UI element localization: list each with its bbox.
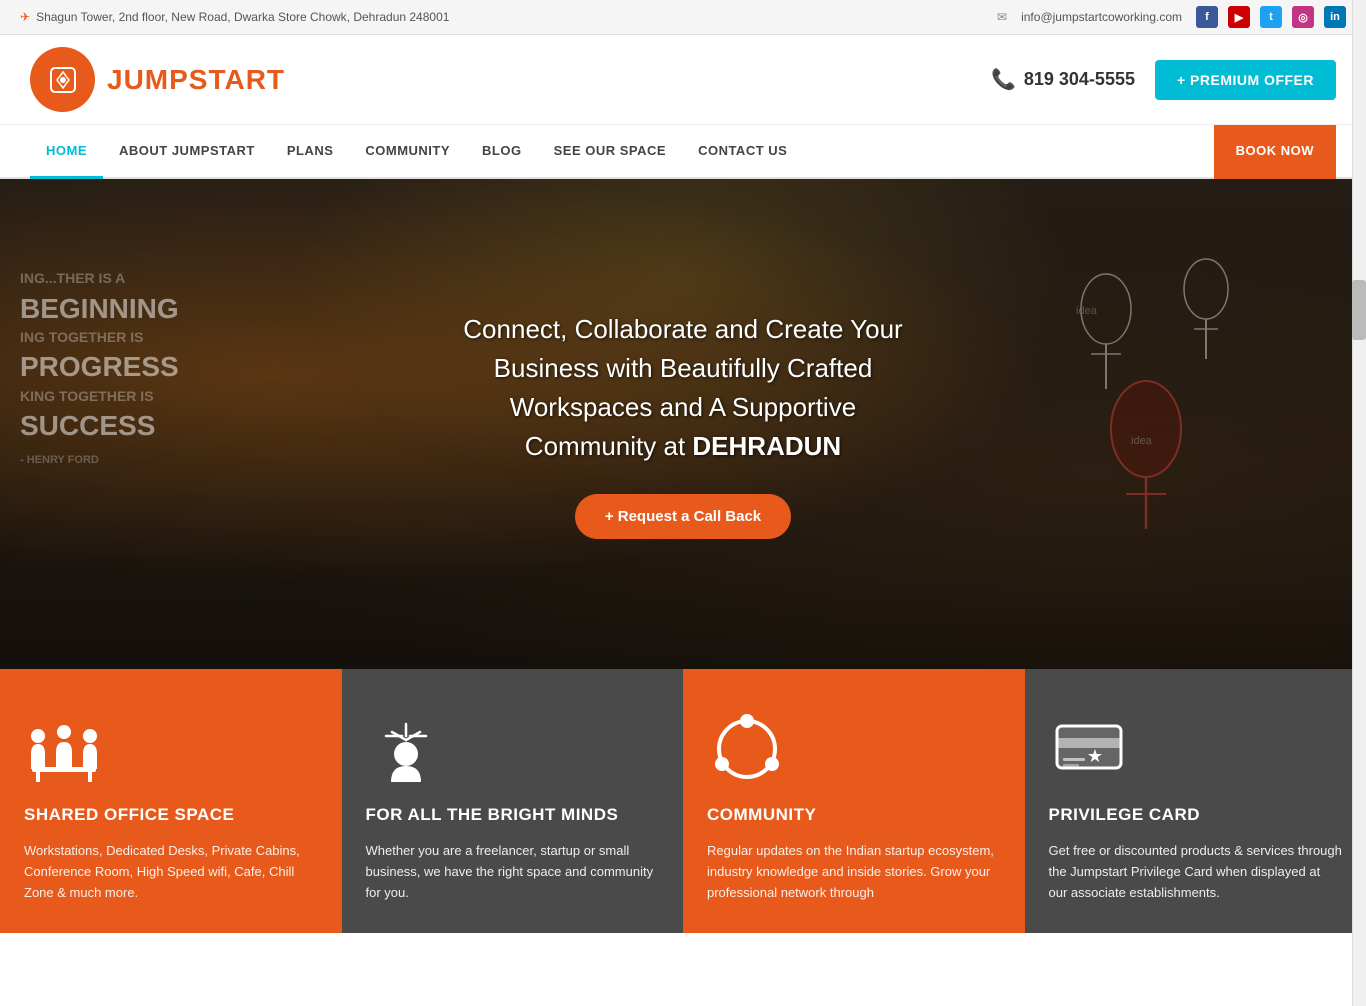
hero-cta-button[interactable]: + Request a Call Back — [575, 494, 791, 539]
youtube-icon[interactable]: ▶ — [1228, 6, 1250, 28]
wall-text: ing...ther is a BEGINNING ing together i… — [20, 269, 179, 469]
svg-text:idea: idea — [1131, 435, 1153, 447]
navbar: HOME ABOUT JUMPSTART PLANS COMMUNITY BLO… — [0, 125, 1366, 179]
nav-contact[interactable]: CONTACT US — [682, 125, 803, 179]
hero-overlay: Connect, Collaborate and Create Your Bus… — [443, 290, 922, 559]
feature-community-title: COMMUNITY — [707, 805, 816, 825]
social-icons: f ▶ t ◎ in — [1196, 6, 1346, 28]
header: JUMPSTART 📞 819 304-5555 + PREMIUM OFFER — [0, 35, 1366, 125]
feature-community: COMMUNITY Regular updates on the Indian … — [683, 669, 1025, 933]
twitter-icon[interactable]: t — [1260, 6, 1282, 28]
instagram-icon[interactable]: ◎ — [1292, 6, 1314, 28]
header-right: 📞 819 304-5555 + PREMIUM OFFER — [991, 60, 1336, 100]
email-icon: ✉ — [997, 10, 1007, 24]
nav-see-space[interactable]: SEE OUR SPACE — [538, 125, 682, 179]
logo-area: JUMPSTART — [30, 47, 285, 112]
nav-community[interactable]: COMMUNITY — [349, 125, 466, 179]
topbar: ✈ Shagun Tower, 2nd floor, New Road, Dwa… — [0, 0, 1366, 35]
premium-offer-button[interactable]: + PREMIUM OFFER — [1155, 60, 1336, 100]
scrollbar-thumb[interactable] — [1352, 280, 1366, 340]
topbar-right: ✉ info@jumpstartcoworking.com f ▶ t ◎ in — [997, 6, 1346, 28]
email-text: info@jumpstartcoworking.com — [1021, 10, 1182, 24]
phone-area: 📞 819 304-5555 — [991, 67, 1135, 92]
svg-text:★: ★ — [1086, 746, 1102, 766]
feature-shared-desc: Workstations, Dedicated Desks, Private C… — [24, 841, 318, 903]
feature-bright-minds: FOR ALL THE BRIGHT MINDS Whether you are… — [342, 669, 684, 933]
feature-shared-office: SHARED OFFICE SPACE Workstations, Dedica… — [0, 669, 342, 933]
nav-home[interactable]: HOME — [30, 125, 103, 179]
feature-bright-title: FOR ALL THE BRIGHT MINDS — [366, 805, 619, 825]
hero-section: ing...ther is a BEGINNING ing together i… — [0, 179, 1366, 669]
community-ring-icon — [707, 709, 787, 789]
privilege-card-icon: ★ — [1049, 709, 1129, 789]
feature-community-desc: Regular updates on the Indian startup ec… — [707, 841, 1001, 903]
feature-privilege-title: PRIVILEGE CARD — [1049, 805, 1201, 825]
linkedin-icon[interactable]: in — [1324, 6, 1346, 28]
svg-text:idea: idea — [1076, 305, 1098, 317]
nav-book-button[interactable]: BOOK NOW — [1214, 125, 1336, 179]
phone-number: 819 304-5555 — [1024, 69, 1135, 90]
hero-title: Connect, Collaborate and Create Your Bus… — [463, 310, 902, 466]
facebook-icon[interactable]: f — [1196, 6, 1218, 28]
address-text: Shagun Tower, 2nd floor, New Road, Dwark… — [36, 10, 449, 24]
feature-bright-desc: Whether you are a freelancer, startup or… — [366, 841, 660, 903]
feature-privilege: ★ PRIVILEGE CARD Get free or discounted … — [1025, 669, 1366, 933]
phone-icon: 📞 — [991, 67, 1016, 92]
logo-text[interactable]: JUMPSTART — [107, 64, 285, 96]
scrollbar[interactable] — [1352, 0, 1366, 1006]
logo-icon[interactable] — [30, 47, 95, 112]
features-section: SHARED OFFICE SPACE Workstations, Dedica… — [0, 669, 1366, 933]
decor-bulbs: idea idea — [1046, 229, 1326, 629]
feature-shared-title: SHARED OFFICE SPACE — [24, 805, 234, 825]
topbar-address-area: ✈ Shagun Tower, 2nd floor, New Road, Dwa… — [20, 10, 449, 24]
people-desk-icon — [24, 709, 104, 789]
feature-privilege-desc: Get free or discounted products & servic… — [1049, 841, 1343, 903]
nav-plans[interactable]: PLANS — [271, 125, 350, 179]
location-icon: ✈ — [20, 10, 30, 24]
bright-mind-icon — [366, 709, 446, 789]
nav-blog[interactable]: BLOG — [466, 125, 538, 179]
nav-about[interactable]: ABOUT JUMPSTART — [103, 125, 271, 179]
